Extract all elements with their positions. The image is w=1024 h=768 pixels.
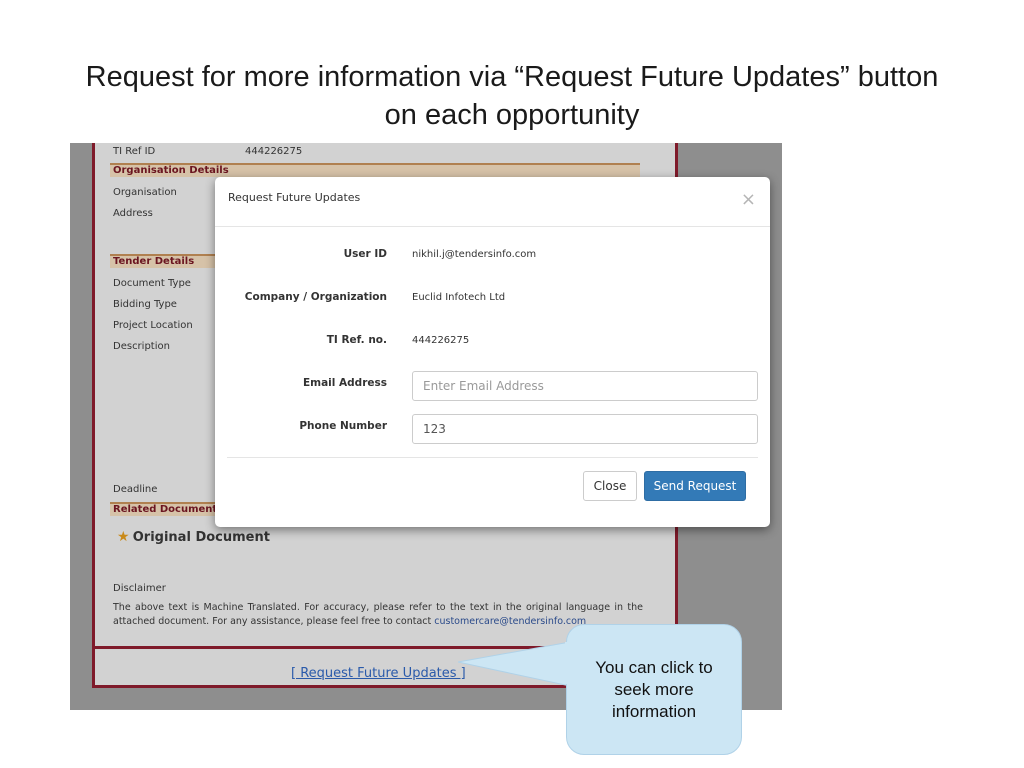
ti-ref-value: 444226275 [245,146,303,157]
slide-title-line-1: Request for more information via “Reques… [85,61,939,93]
star-icon: ★ [117,529,130,545]
company-label: Company / Organization [244,291,387,303]
field-project-location-label: Project Location [113,320,193,331]
disclaimer-title: Disclaimer [113,583,166,594]
field-address-label: Address [113,208,153,219]
ti-ref-no-label: TI Ref. no. [326,334,387,346]
close-button[interactable]: Close [583,471,637,501]
user-id-label: User ID [343,248,387,260]
close-icon[interactable]: × [741,189,756,210]
disclaimer-body: The above text is Machine Translated. Fo… [113,601,643,629]
callout-text: You can click to seek more information [595,658,713,721]
slide-title-line-2: on each opportunity [384,99,640,131]
field-deadline-label: Deadline [113,484,158,495]
field-organisation-label: Organisation [113,187,177,198]
user-id-value: nikhil.j@tendersinfo.com [412,249,537,260]
send-request-button[interactable]: Send Request [644,471,746,501]
email-address-input[interactable] [412,371,758,401]
callout-bubble: You can click to seek more information [566,624,742,755]
section-organisation-details: Organisation Details [110,163,640,177]
ti-ref-no-value: 444226275 [412,335,470,346]
modal-title: Request Future Updates [228,191,361,204]
field-description-label: Description [113,341,170,352]
modal-header: Request Future Updates × [215,177,770,227]
callout-pointer [458,641,570,687]
original-document-link[interactable]: ★ Original Document [117,529,270,545]
field-document-type-label: Document Type [113,278,191,289]
request-future-updates-modal: Request Future Updates × User ID nikhil.… [215,177,770,527]
field-bidding-type-label: Bidding Type [113,299,177,310]
phone-number-label: Phone Number [299,420,387,432]
callout-seam [565,642,569,684]
phone-number-input[interactable] [412,414,758,444]
company-value: Euclid Infotech Ltd [412,292,506,303]
disclaimer-email-link[interactable]: customercare@tendersinfo.com [434,616,586,627]
original-document-label: Original Document [132,530,270,545]
modal-footer-divider [227,457,758,458]
ti-ref-label: TI Ref ID [113,146,156,157]
request-future-updates-link[interactable]: [ Request Future Updates ] [291,666,466,681]
email-address-label: Email Address [302,377,387,389]
slide-title: Request for more information via “Reques… [20,58,1004,134]
